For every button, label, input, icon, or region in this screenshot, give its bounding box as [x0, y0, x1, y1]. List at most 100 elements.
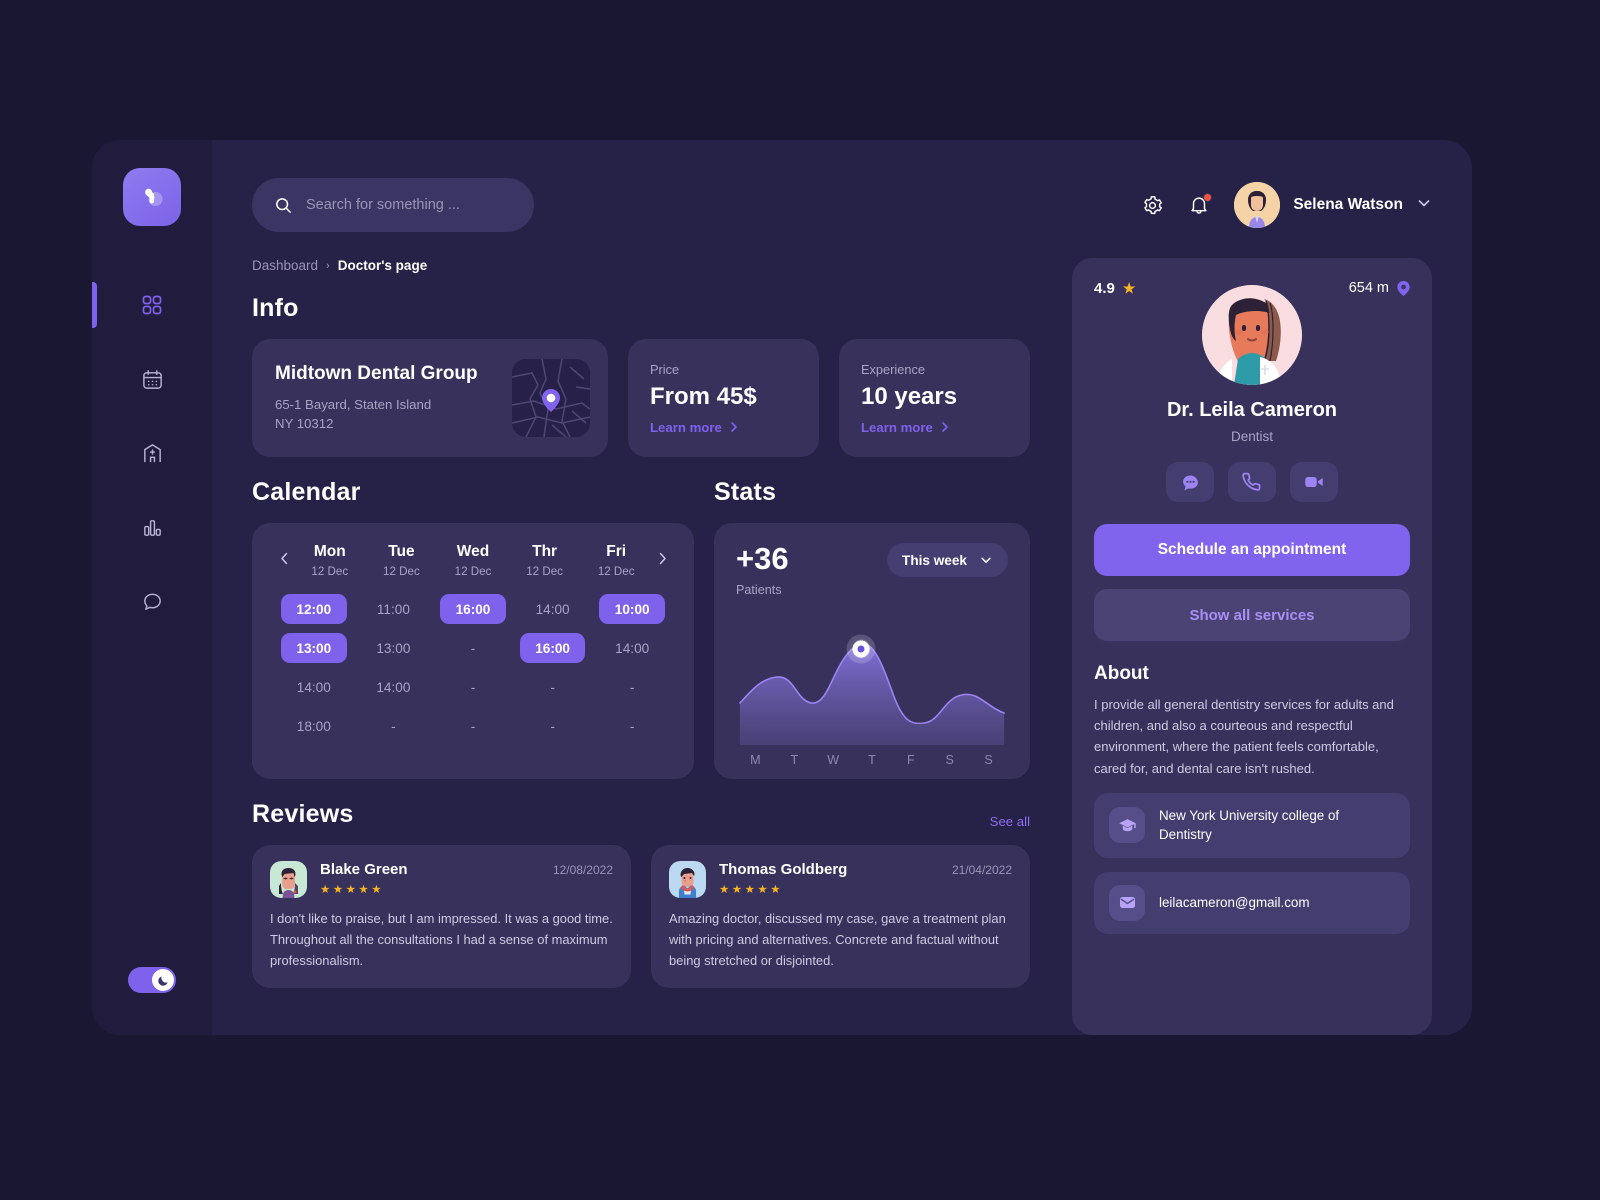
calendar-day-header[interactable]: Wed 12 Dec	[437, 543, 509, 578]
notifications-button[interactable]	[1188, 193, 1213, 216]
x-tick: M	[750, 753, 761, 767]
time-slot[interactable]: 12:00	[281, 594, 347, 624]
calendar-header: Mon 12 Dec Tue 12 Dec Wed 12 Dec Thr 12 Dec …	[274, 543, 672, 578]
chevron-down-icon	[981, 557, 991, 563]
app-logo[interactable]	[123, 168, 181, 226]
calendar-day-header[interactable]: Thr 12 Dec	[509, 543, 581, 578]
moon-icon	[157, 975, 168, 986]
x-tick: W	[827, 753, 840, 767]
breadcrumb-current: Doctor's page	[337, 258, 428, 273]
time-slot[interactable]: 14:00	[281, 672, 347, 702]
hospital-icon	[143, 443, 161, 462]
stats-card: +36 Patients This week M T W T F S S	[714, 523, 1030, 779]
time-slot[interactable]: 14:00	[520, 594, 586, 624]
clinic-name: Midtown Dental Group	[275, 362, 478, 384]
clinic-address-line2: NY 10312	[275, 416, 334, 431]
top-bar-actions: Selena Watson	[1141, 182, 1432, 228]
day-date: 12 Dec	[597, 565, 635, 578]
calendar-day-header[interactable]: Fri 12 Dec	[580, 543, 652, 578]
calendar-day-header[interactable]: Tue 12 Dec	[366, 543, 438, 578]
breadcrumb-root[interactable]: Dashboard	[252, 258, 318, 273]
reviews-list: Blake Green ★★★★★ 12/08/2022 I don't lik…	[252, 845, 1030, 988]
calendar-section: Calendar Mon 12 Dec Tue 12 Dec Wed 12 Dec	[252, 457, 694, 779]
info-cards: Midtown Dental Group 65-1 Bayard, Staten…	[252, 339, 1030, 457]
clinic-card[interactable]: Midtown Dental Group 65-1 Bayard, Staten…	[252, 339, 608, 457]
doctor-panel: 4.9 ★ 654 m Dr. Leila Cameron Dentist Sc…	[1072, 258, 1432, 1035]
doctor-distance: 654 m	[1349, 280, 1410, 296]
sidebar-item-calendar[interactable]	[92, 362, 212, 396]
search-input[interactable]	[306, 197, 506, 213]
day-date: 12 Dec	[383, 565, 420, 578]
show-all-services-button[interactable]: Show all services	[1094, 589, 1410, 641]
email-card[interactable]: leilacameron@gmail.com	[1094, 871, 1410, 934]
price-learn-more-link[interactable]: Learn more	[650, 420, 797, 435]
user-menu[interactable]: Selena Watson	[1234, 182, 1432, 228]
user-name: Selena Watson	[1293, 196, 1403, 213]
graduation-cap-glyph	[1118, 818, 1136, 831]
see-all-link[interactable]: See all	[990, 814, 1030, 829]
calendar-title: Calendar	[252, 478, 361, 506]
day-name: Thr	[532, 543, 558, 560]
map-preview-icon	[512, 359, 590, 437]
review-text: Amazing doctor, discussed my case, gave …	[669, 911, 1006, 968]
contact-actions	[1094, 462, 1410, 502]
chart-x-axis: M T W T F S S	[736, 753, 1008, 767]
distance-value: 654 m	[1348, 280, 1389, 296]
message-button[interactable]	[1166, 462, 1214, 502]
dark-mode-toggle[interactable]	[128, 967, 176, 993]
time-slot: -	[550, 718, 555, 734]
reviewer-avatar	[270, 861, 307, 898]
time-slot[interactable]: 13:00	[361, 633, 427, 663]
avatar	[1234, 182, 1281, 228]
sidebar-item-statistics[interactable]	[92, 510, 212, 544]
chevron-left-icon	[280, 552, 287, 565]
experience-learn-more-link[interactable]: Learn more	[861, 420, 1008, 435]
sidebar-item-clinics[interactable]	[92, 436, 212, 470]
time-slot[interactable]: 16:00	[440, 594, 506, 624]
schedule-appointment-button[interactable]: Schedule an appointment	[1094, 524, 1410, 576]
education-card[interactable]: New York University college of Dentistry	[1094, 792, 1410, 858]
day-date: 12 Dec	[454, 565, 492, 578]
settings-button[interactable]	[1141, 194, 1164, 217]
review-text: I don't like to praise, but I am impress…	[270, 911, 613, 968]
reviewer-name: Blake Green	[320, 861, 408, 878]
sidebar	[92, 140, 212, 1035]
call-button[interactable]	[1228, 462, 1276, 502]
calendar-day-headers: Mon 12 Dec Tue 12 Dec Wed 12 Dec Thr 12 Dec …	[294, 543, 652, 578]
sidebar-item-messages[interactable]	[92, 584, 212, 618]
time-slot[interactable]: 11:00	[361, 594, 427, 624]
sidebar-item-dashboard[interactable]	[92, 282, 212, 328]
calendar-stats-row: Calendar Mon 12 Dec Tue 12 Dec Wed 12 Dec	[252, 457, 1030, 779]
time-slot[interactable]: 18:00	[281, 711, 347, 741]
search-icon	[276, 197, 291, 213]
search-box[interactable]	[252, 178, 534, 232]
range-label: This week	[902, 552, 967, 568]
envelope-glyph	[1119, 897, 1135, 909]
experience-label: Experience	[861, 361, 926, 377]
chevron-right-icon	[659, 552, 666, 565]
review-card: Thomas Goldberg ★★★★★ 21/04/2022 Amazing…	[651, 845, 1030, 988]
time-slot[interactable]: 10:00	[599, 594, 665, 624]
calendar-prev-button[interactable]	[274, 543, 294, 566]
map-thumbnail[interactable]	[512, 359, 590, 437]
range-selector[interactable]: This week	[887, 543, 1008, 577]
doctor-photo	[1202, 285, 1302, 385]
rating-stars: ★★★★★	[719, 884, 784, 896]
time-slot[interactable]: 14:00	[599, 633, 665, 663]
time-slot[interactable]: 14:00	[361, 672, 427, 702]
time-slot: -	[470, 718, 476, 734]
day-name: Mon	[313, 543, 346, 560]
time-slot[interactable]: 13:00	[281, 633, 347, 663]
calendar-next-button[interactable]	[652, 543, 672, 566]
stats-section: Stats +36 Patients This week M T W T F S…	[714, 457, 1030, 779]
reviews-title: Reviews	[252, 800, 354, 828]
calendar-icon	[142, 369, 162, 389]
breadcrumb-separator: ›	[326, 259, 330, 272]
main-area: Selena Watson Dashboard › Doctor's page …	[212, 140, 1472, 1035]
time-slot[interactable]: 16:00	[519, 633, 586, 663]
calendar-day-header[interactable]: Mon 12 Dec	[294, 543, 366, 578]
doctor-name: Dr. Leila Cameron	[1166, 399, 1338, 421]
video-call-button[interactable]	[1290, 462, 1338, 502]
email-text: leilacameron@gmail.com	[1159, 894, 1310, 910]
patients-count: +36	[736, 541, 789, 576]
